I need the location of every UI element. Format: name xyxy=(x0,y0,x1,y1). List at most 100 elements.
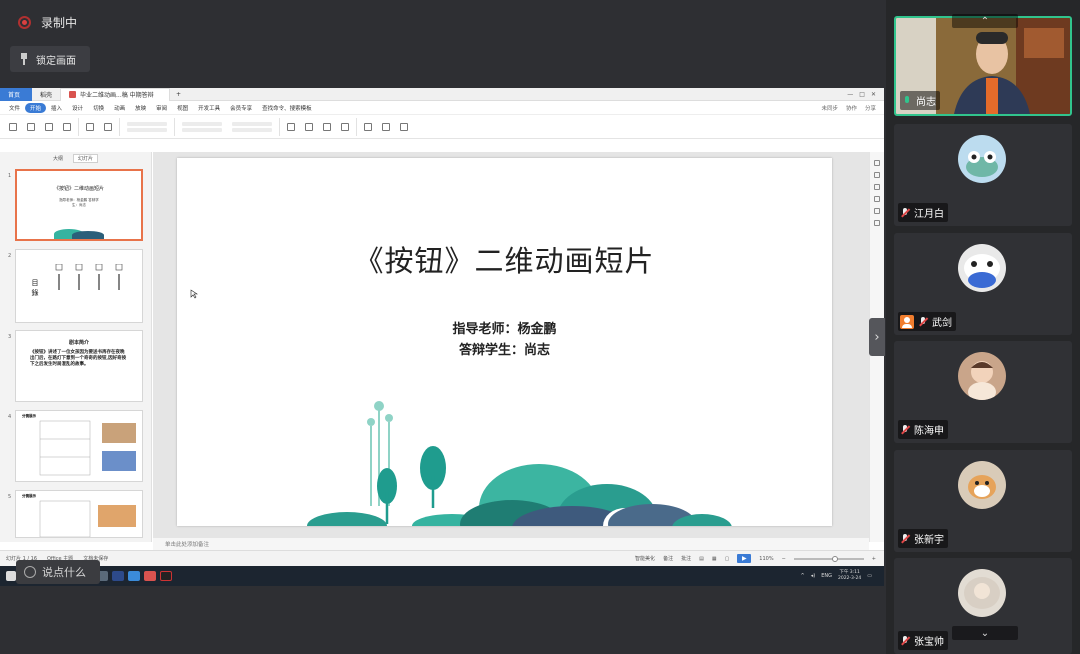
participant-tile-jiangyuebai[interactable]: 江月白 xyxy=(894,124,1072,226)
scroll-up-button[interactable]: ⌃ xyxy=(952,14,1018,28)
maximize-icon[interactable]: □ xyxy=(859,91,865,98)
slide-student[interactable]: 答辩学生：尚志 xyxy=(177,339,832,358)
arrange-tool[interactable] xyxy=(320,122,334,131)
scroll-down-button[interactable]: ⌄ xyxy=(952,626,1018,640)
qq-taskbar-icon[interactable] xyxy=(160,571,172,581)
find-tool[interactable] xyxy=(379,122,393,131)
properties-icon[interactable] xyxy=(874,160,880,166)
participant-video-shangzhi[interactable]: 尚志 xyxy=(894,16,1072,116)
textbox-tool[interactable] xyxy=(284,122,298,131)
participants-panel: 尚志 江月白 武剑 陈海申 张新宇 张宝帅 xyxy=(886,0,1080,654)
tab-docer[interactable]: 稻壳 xyxy=(32,88,60,101)
font-controls[interactable] xyxy=(124,121,170,132)
menu-file[interactable]: 文件 xyxy=(4,104,25,112)
menu-view[interactable]: 视图 xyxy=(172,104,193,112)
avatar xyxy=(958,135,1006,183)
adjust-icon[interactable] xyxy=(874,172,880,178)
copy-icon[interactable] xyxy=(874,196,880,202)
tray-lang[interactable]: ENG xyxy=(821,573,832,579)
participant-tile-chenhaishen[interactable]: 陈海申 xyxy=(894,341,1072,443)
new-slide-tool[interactable] xyxy=(83,122,97,131)
presentation-tools[interactable] xyxy=(361,122,375,131)
mic-muted-icon xyxy=(900,635,910,647)
slide-thumb-1[interactable]: 《按钮》二维动画短片 指导老师：杨金鹏 答辩学生：尚志 xyxy=(15,169,143,241)
zoom-slider[interactable] xyxy=(793,555,864,562)
select-icon xyxy=(400,122,408,131)
zoom-slider-knob[interactable] xyxy=(831,555,838,562)
windows-taskbar: ^ ◂) ENG 下午 3:11 2022-3-24 ▭ xyxy=(0,566,884,586)
menu-review[interactable]: 审阅 xyxy=(151,104,172,112)
wps-taskbar-icon[interactable] xyxy=(144,571,156,581)
taskbar-clock[interactable]: 下午 3:11 2022-3-24 xyxy=(838,570,861,582)
zoom-in-button[interactable]: + xyxy=(872,556,876,562)
new-tab-button[interactable]: + xyxy=(170,91,187,98)
image-icon xyxy=(341,122,349,131)
menu-developer[interactable]: 开发工具 xyxy=(193,104,225,112)
menu-animation[interactable]: 动画 xyxy=(109,104,130,112)
participant-tile-wujian[interactable]: 武剑 xyxy=(894,233,1072,335)
text-direction-controls[interactable] xyxy=(229,121,275,132)
chat-input[interactable]: 说点什么 xyxy=(16,560,100,584)
status-right-group: 智能美化 备注 批注 ▤ ▦ ▢ ▶ 110% − + xyxy=(635,554,884,563)
start-icon[interactable] xyxy=(6,571,16,581)
menu-member[interactable]: 会员专享 xyxy=(225,104,257,112)
backup-icon[interactable] xyxy=(874,220,880,226)
tab-presentation[interactable]: 毕业二维动画...稿 中期答辩 xyxy=(60,87,171,101)
slide-thumb-3[interactable]: 剧本简介 《按钮》讲述了一位女孩因为要送书再存在夜晚出门后，在路灯下意到一个奇奇… xyxy=(15,330,143,402)
cut-tool[interactable] xyxy=(24,122,38,131)
tab-outline[interactable]: 大纲 xyxy=(53,155,63,162)
notification-icon[interactable]: ▭ xyxy=(867,573,872,579)
reading-view-icon[interactable]: ▢ xyxy=(725,556,730,562)
tab-slides[interactable]: 幻灯片 xyxy=(73,153,99,163)
sorter-view-icon[interactable]: ▦ xyxy=(712,556,717,562)
current-slide[interactable]: 《按钮》二维动画短片 指导老师：杨金鹏 答辩学生：尚志 xyxy=(177,158,832,526)
slide-thumb-4[interactable]: 分镜展示 xyxy=(15,410,143,482)
list-row xyxy=(182,121,222,126)
app-taskbar-icon[interactable] xyxy=(128,571,140,581)
paste-tool[interactable] xyxy=(6,122,20,131)
collapse-panel-button[interactable]: › xyxy=(869,318,885,356)
share-button[interactable]: 分享 xyxy=(865,104,876,112)
slide-thumb-2[interactable]: 目 錄 xyxy=(15,249,143,323)
tray-volume-icon[interactable]: ◂) xyxy=(811,573,815,579)
command-search[interactable]: 查找命令、搜索模板 xyxy=(257,104,317,112)
tray-chevron-icon[interactable]: ^ xyxy=(801,573,805,579)
notes-area[interactable]: 单击此处添加备注 xyxy=(153,538,869,550)
slide-advisor[interactable]: 指导老师：杨金鹏 xyxy=(177,318,832,337)
collab-button[interactable]: 协作 xyxy=(846,104,857,112)
menu-insert[interactable]: 插入 xyxy=(46,104,67,112)
select-tool[interactable] xyxy=(397,122,411,131)
menu-transition[interactable]: 切换 xyxy=(88,104,109,112)
zoom-level[interactable]: 110% xyxy=(759,556,773,562)
pane-tabs: 大纲 幻灯片 xyxy=(0,152,151,164)
menu-slideshow[interactable]: 放映 xyxy=(130,104,151,112)
play-from-current-tool[interactable] xyxy=(60,122,74,131)
help-icon[interactable] xyxy=(874,208,880,214)
pin-tool-icon[interactable] xyxy=(874,184,880,190)
lock-screen-button[interactable]: 锁定画面 xyxy=(10,46,90,72)
notes-toggle[interactable]: 备注 xyxy=(663,555,673,562)
slide-title[interactable]: 《按钮》二维动画短片 xyxy=(177,238,832,280)
ribbon-toolbar xyxy=(0,115,884,139)
tab-home[interactable]: 首页 xyxy=(0,87,32,101)
photoshop-taskbar-icon[interactable] xyxy=(112,571,124,581)
sync-status[interactable]: 未同步 xyxy=(821,104,838,112)
close-icon[interactable]: ✕ xyxy=(871,91,876,98)
mic-muted-icon xyxy=(900,533,910,545)
paragraph-controls[interactable] xyxy=(179,121,225,132)
shape-tool[interactable] xyxy=(302,122,316,131)
layout-tool[interactable] xyxy=(101,122,115,131)
slideshow-play-button[interactable]: ▶ xyxy=(737,554,752,563)
thumb-number: 5 xyxy=(8,494,12,500)
smart-beautify-button[interactable]: 智能美化 xyxy=(635,555,655,562)
comment-toggle[interactable]: 批注 xyxy=(681,555,691,562)
normal-view-icon[interactable]: ▤ xyxy=(699,556,704,562)
zoom-out-button[interactable]: − xyxy=(782,556,786,562)
slide-thumb-5[interactable]: 分镜展示 xyxy=(15,490,143,538)
menu-design[interactable]: 设计 xyxy=(67,104,88,112)
format-painter-tool[interactable] xyxy=(42,122,56,131)
image-tool[interactable] xyxy=(338,122,352,131)
participant-tile-zhangxinyu[interactable]: 张新宇 xyxy=(894,450,1072,552)
minimize-icon[interactable]: — xyxy=(847,91,853,98)
menu-start[interactable]: 开始 xyxy=(25,102,47,113)
